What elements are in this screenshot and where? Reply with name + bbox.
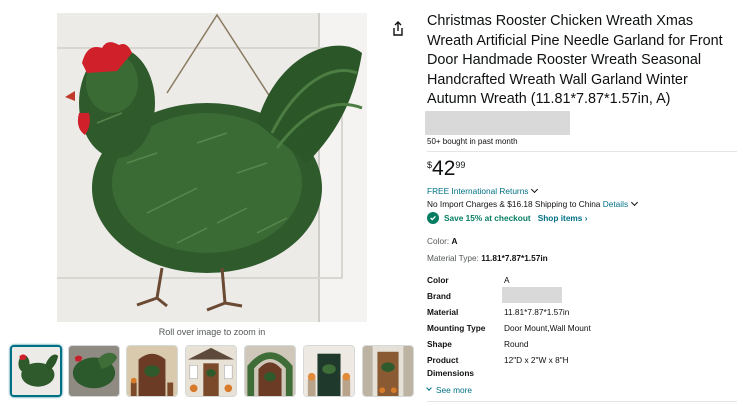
zoom-hint: Roll over image to zoom in — [158, 327, 266, 337]
thumbnail-strip — [10, 345, 415, 399]
price: $4299 — [427, 157, 465, 181]
free-returns-link[interactable]: FREE International Returns — [427, 185, 539, 196]
thumbnail-4[interactable] — [185, 345, 237, 397]
share-icon[interactable] — [389, 20, 407, 38]
spec-key: Color — [427, 275, 449, 285]
spec-value: 12"D x 2"W x 8"H — [504, 355, 569, 365]
door-wreath-thumb-icon — [127, 346, 177, 396]
spec-key: Shape — [427, 339, 452, 349]
main-product-image[interactable] — [57, 13, 367, 322]
door-thumb-icon — [304, 346, 354, 396]
shipping-details-link[interactable]: Details — [603, 199, 628, 209]
shipping-info: No Import Charges & $16.18 Shipping to C… — [427, 198, 639, 209]
thumbnail-3[interactable] — [126, 345, 178, 397]
material-label: Material Type: — [427, 253, 479, 263]
color-label: Color: — [427, 236, 450, 246]
chevron-down-icon — [426, 385, 432, 391]
spec-value: 11.81*7.87*1.57in — [504, 307, 570, 317]
shipping-text: No Import Charges & $16.18 Shipping to C… — [427, 199, 601, 209]
spec-key: Product Dimensions — [427, 355, 475, 378]
material-value: 11.81*7.87*1.57in — [481, 253, 548, 263]
spec-key: Material — [427, 307, 459, 317]
price-symbol: $ — [427, 160, 433, 170]
coupon-row: Save 15% at checkout Shop items › — [427, 211, 588, 225]
spec-value: Door Mount,Wall Mount — [504, 323, 591, 333]
door-pillar-thumb-icon — [363, 346, 413, 396]
divider — [427, 401, 737, 402]
redacted-store-link — [425, 111, 570, 135]
thumbnail-1[interactable] — [10, 345, 62, 397]
returns-label: FREE International Returns — [427, 186, 529, 196]
porch-thumb-icon — [186, 346, 236, 396]
divider — [427, 151, 737, 152]
chevron-down-icon — [531, 185, 539, 194]
wreath-closeup-thumb-icon — [69, 346, 119, 396]
rooster-wreath-thumb-icon — [12, 347, 60, 395]
arch-garland-thumb-icon — [245, 346, 295, 396]
color-value: A — [451, 236, 458, 246]
save-text: Save 15% at checkout — [444, 213, 531, 223]
thumbnail-5[interactable] — [244, 345, 296, 397]
price-fraction: 99 — [455, 160, 466, 170]
material-type-label: Material Type: 11.81*7.87*1.57in — [427, 253, 548, 263]
spec-value: Round — [504, 339, 529, 349]
see-more-link[interactable]: See more — [426, 385, 472, 395]
check-circle-icon — [427, 212, 439, 224]
thumbnail-7[interactable] — [362, 345, 414, 397]
product-title: Christmas Rooster Chicken Wreath Xmas Wr… — [427, 13, 723, 108]
spec-key: Brand — [427, 291, 451, 301]
thumbnail-6[interactable] — [303, 345, 355, 397]
price-whole: 42 — [432, 157, 456, 180]
spec-key: Mounting Type — [427, 323, 486, 333]
chevron-down-icon[interactable] — [631, 198, 639, 207]
shop-items-link[interactable]: Shop items › — [538, 213, 588, 223]
bought-count: 50+ bought in past month — [427, 137, 518, 146]
see-more-label: See more — [436, 385, 472, 395]
spec-value: A — [504, 275, 510, 285]
redacted-brand-value — [502, 287, 562, 303]
color-selector-label: Color: A — [427, 236, 457, 246]
thumbnail-2[interactable] — [68, 345, 120, 397]
